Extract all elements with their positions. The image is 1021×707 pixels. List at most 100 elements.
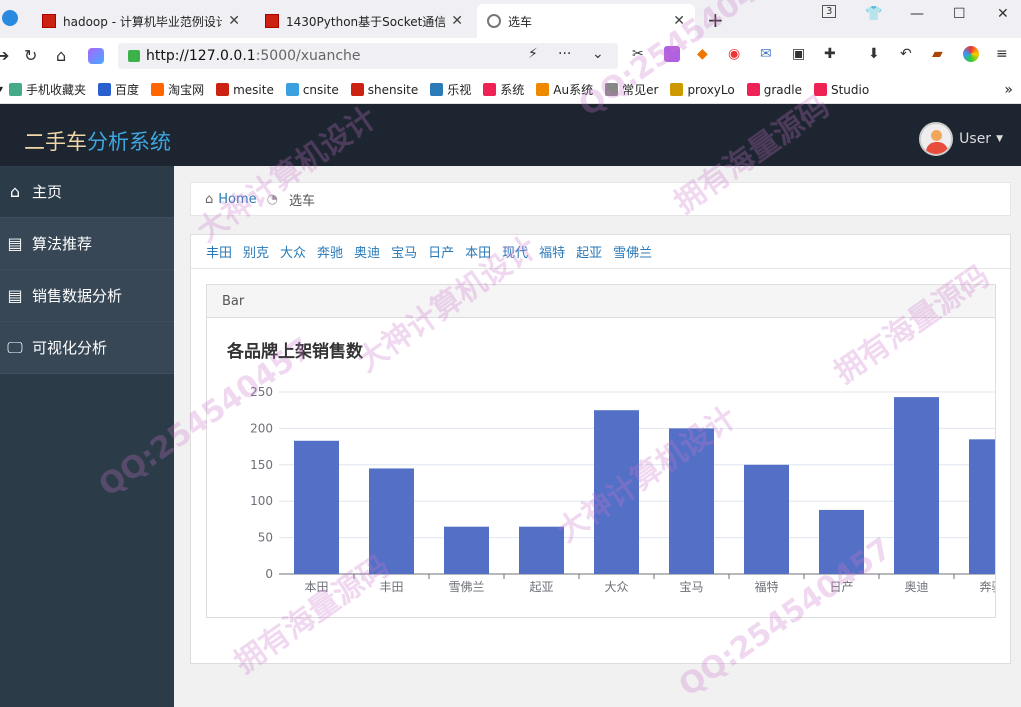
color-wheel-icon[interactable] (963, 46, 979, 62)
fox-icon[interactable]: ◆ (697, 46, 708, 62)
translate-icon[interactable] (664, 46, 680, 62)
mail-icon[interactable]: ✉ (760, 46, 772, 62)
minimize-icon[interactable]: — (910, 6, 924, 22)
brand-link[interactable]: 大众 (280, 242, 306, 261)
brand-link[interactable]: 宝马 (391, 242, 417, 261)
brand-link[interactable]: 福特 (539, 242, 565, 261)
breadcrumb: ⌂ Home ◔ 选车 (190, 182, 1011, 216)
bar (894, 397, 939, 574)
x-tick-label: 日产 (829, 580, 853, 594)
x-tick-label: 福特 (754, 579, 778, 594)
sidebar-item-label: 可视化分析 (32, 339, 108, 357)
brand-link[interactable]: 起亚 (576, 242, 602, 261)
sidebar-item-label: 主页 (32, 183, 63, 201)
maximize-icon[interactable]: ☐ (953, 6, 966, 22)
bookmark-item[interactable]: shensite (350, 83, 418, 97)
window-close-icon[interactable]: ✕ (997, 6, 1009, 22)
tab-count-badge[interactable]: 3 (822, 5, 837, 18)
home-icon: ⌂ (9, 182, 21, 201)
bookmark-item[interactable]: Studio (813, 83, 869, 97)
tab-socket[interactable]: 1430Python基于Socket通信 ✕ (255, 4, 473, 38)
browser-logo-icon (2, 10, 18, 26)
bookmark-label: proxyLo (687, 82, 735, 97)
weibo-icon[interactable]: ◉ (728, 46, 740, 62)
app-header: 二手车分析系统 User ▼ (0, 104, 1021, 166)
user-label: User (959, 131, 992, 147)
bookmark-item[interactable]: 手机收藏夹 (9, 81, 86, 98)
new-tab-icon[interactable]: + (707, 8, 724, 32)
bookmark-item[interactable]: 系统 (483, 81, 524, 98)
bookmark-icon (151, 83, 165, 96)
sidebar-item-visual[interactable]: 🖵 可视化分析 (0, 322, 174, 374)
bookmark-label: 常见er (622, 83, 659, 97)
download-icon[interactable]: ⬇ (868, 46, 880, 62)
bookmark-item[interactable]: mesite (216, 83, 274, 97)
tab-xuanche[interactable]: 选车 ✕ (477, 4, 695, 38)
puzzle-icon[interactable]: ✚ (824, 46, 836, 62)
brand-link[interactable]: 别克 (243, 242, 269, 261)
bar (519, 526, 564, 574)
y-tick-label: 0 (265, 567, 273, 581)
tab-hadoop[interactable]: hadoop - 计算机毕业范例设计 ✕ (32, 4, 250, 38)
sidebar-item-sales[interactable]: ▤ 销售数据分析 (0, 270, 174, 322)
tab-title: hadoop - 计算机毕业范例设计 (63, 14, 223, 29)
back-icon[interactable]: ➔ (0, 46, 9, 65)
pocket-icon[interactable]: ▣ (792, 46, 805, 62)
bookmark-item[interactable]: 常见er (605, 81, 658, 98)
bookmark-item[interactable]: 百度 (98, 81, 139, 98)
avatar (919, 122, 954, 156)
scissors-icon[interactable]: ✂ (632, 46, 644, 62)
more-icon[interactable]: ··· (558, 46, 571, 62)
brand-link[interactable]: 日产 (428, 242, 454, 261)
menu-icon[interactable]: ≡ (996, 46, 1008, 62)
x-tick-label: 本田 (304, 580, 328, 594)
sidebar-item-home[interactable]: ⌂ 主页 (0, 166, 174, 218)
breadcrumb-home[interactable]: Home (218, 192, 256, 207)
undo-icon[interactable]: ↶ (900, 46, 912, 62)
bookmark-icon (670, 83, 684, 96)
bookmark-item[interactable]: cnsite (285, 83, 339, 97)
address-bar[interactable]: http://127.0.0.1:5000/xuanche (118, 43, 618, 69)
close-icon[interactable]: ✕ (673, 13, 685, 29)
document-icon: ▤ (7, 234, 23, 253)
bar (669, 428, 714, 574)
brand-link[interactable]: 奔驰 (317, 242, 343, 261)
bookmark-item[interactable]: Au系统 (536, 81, 593, 98)
shield-icon (128, 50, 140, 62)
brand-link[interactable]: 奥迪 (354, 242, 380, 261)
bookmark-item[interactable]: proxyLo (670, 82, 735, 97)
x-tick-label: 丰田 (379, 580, 403, 594)
briefcase-icon[interactable]: ▰ (932, 46, 943, 62)
reload-icon[interactable]: ↻ (24, 46, 37, 65)
brand-link[interactable]: 雪佛兰 (613, 242, 652, 261)
chevron-down-icon[interactable]: ⌄ (592, 46, 604, 62)
bookmark-item[interactable]: 乐视 (430, 81, 471, 98)
bookmark-label: 淘宝网 (168, 83, 205, 97)
user-menu[interactable]: User ▼ (919, 122, 1003, 156)
close-icon[interactable]: ✕ (451, 13, 463, 29)
bookmark-item[interactable]: 淘宝网 (151, 81, 204, 98)
shirt-icon[interactable]: 👕 (865, 6, 882, 22)
brand-link[interactable]: 丰田 (206, 242, 232, 261)
brand-link[interactable]: 现代 (502, 242, 528, 261)
bar (594, 410, 639, 574)
home-icon[interactable]: ⌂ (56, 46, 66, 65)
bookmark-item[interactable]: gradle (746, 83, 802, 97)
ai-icon[interactable] (88, 48, 104, 64)
bookmark-menu-icon[interactable]: ▾ (0, 84, 3, 95)
bar (444, 526, 489, 574)
app-brand[interactable]: 二手车分析系统 (24, 126, 171, 156)
brand-filter-list: 丰田 别克 大众 奔驰 奥迪 宝马 日产 本田 现代 福特 起亚 雪佛兰 (191, 235, 1010, 269)
bookmark-icon (430, 83, 444, 96)
chart-card-heading: Bar (207, 285, 995, 318)
brand-link[interactable]: 本田 (465, 242, 491, 261)
lightning-icon[interactable]: ⚡ (528, 46, 538, 62)
sidebar: ⌂ 主页 ▤ 算法推荐 ▤ 销售数据分析 🖵 可视化分析 (0, 166, 174, 707)
sidebar-item-recommend[interactable]: ▤ 算法推荐 (0, 218, 174, 270)
bookmarks-overflow-icon[interactable]: » (1004, 82, 1013, 98)
bookmark-label: mesite (233, 82, 274, 97)
bookmark-icon (98, 83, 112, 96)
url-host: http://127.0.0.1 (146, 48, 256, 64)
home-icon: ⌂ (205, 191, 214, 207)
close-icon[interactable]: ✕ (228, 13, 240, 29)
